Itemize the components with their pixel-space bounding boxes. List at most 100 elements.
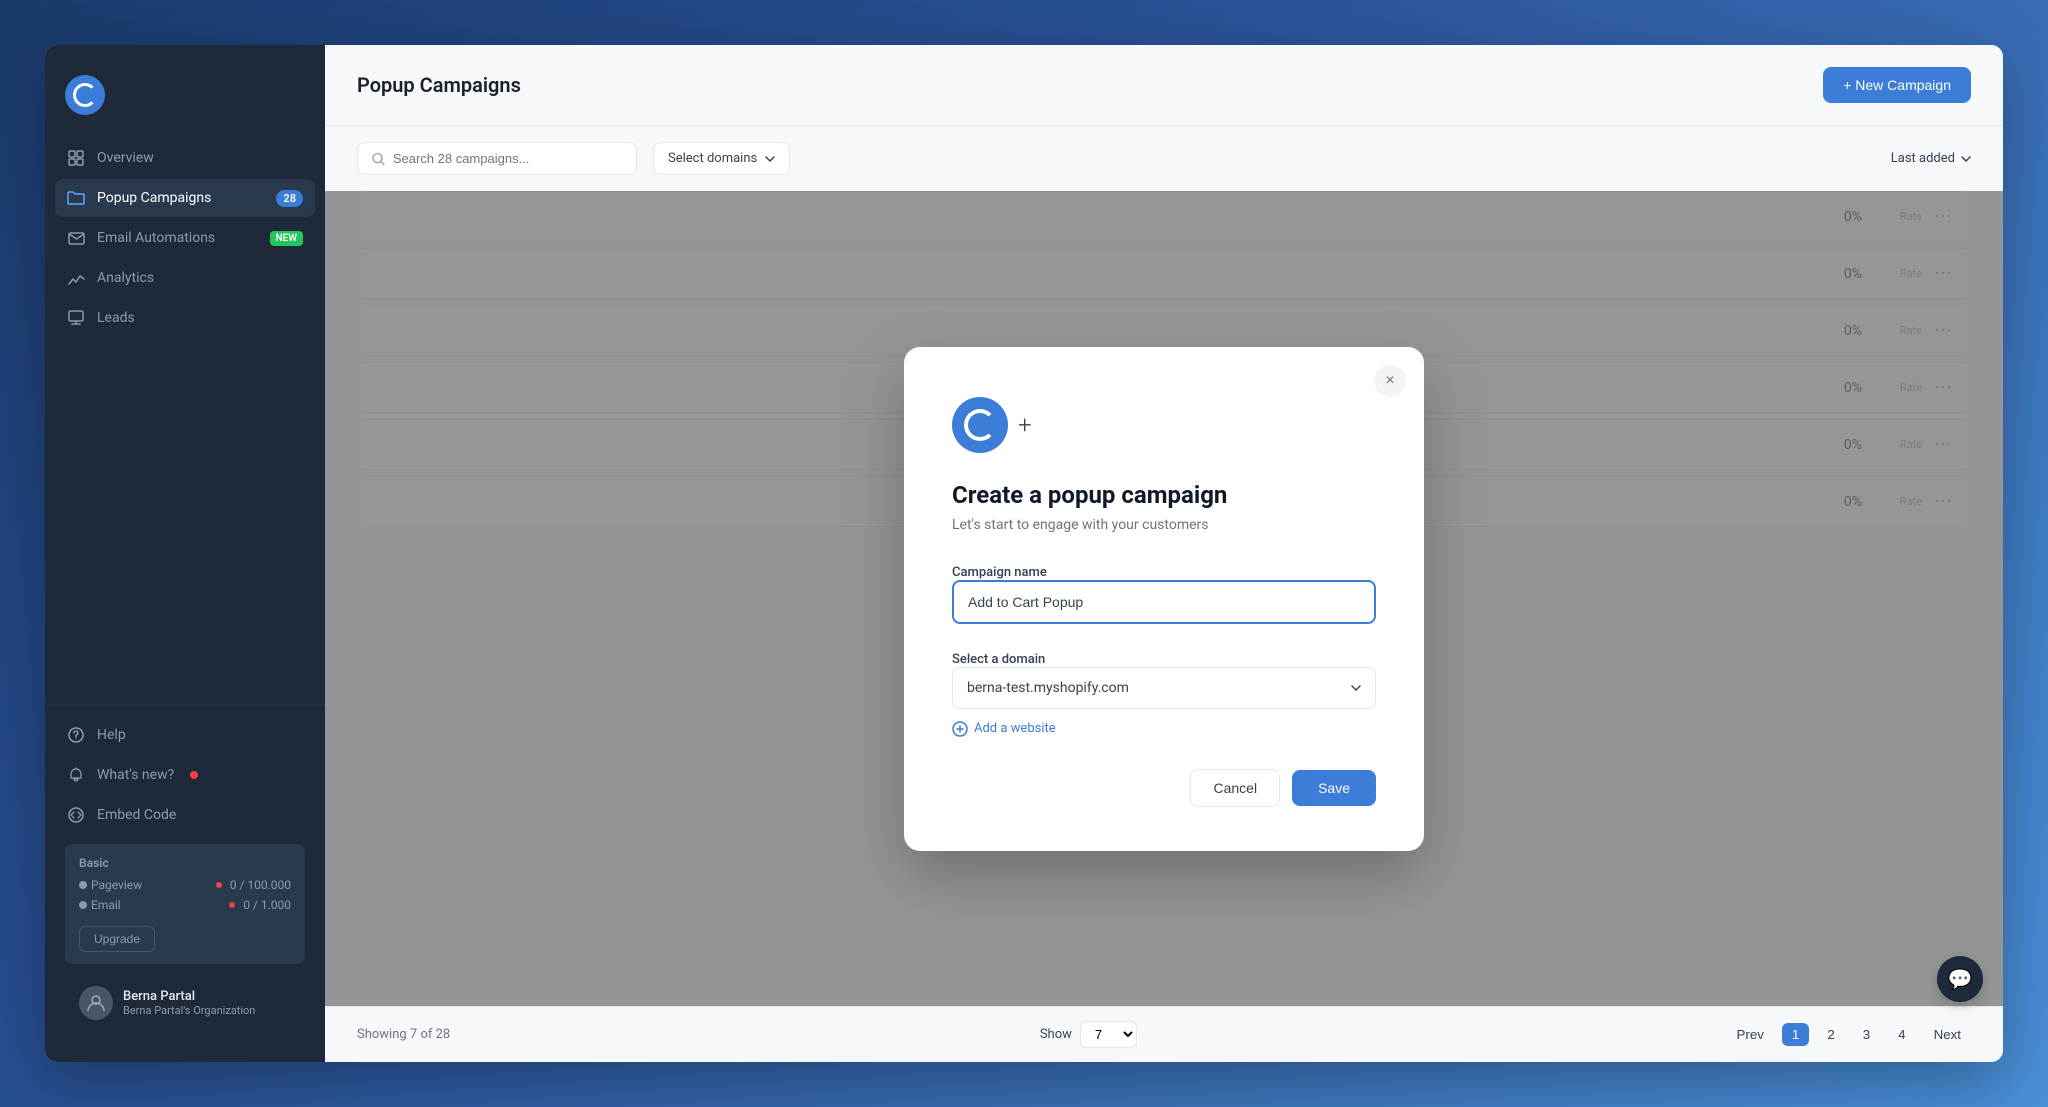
page-title: Popup Campaigns — [357, 73, 521, 97]
create-campaign-modal: × + Create a popup campaign Let's start … — [904, 347, 1424, 851]
domain-chevron-icon — [1351, 685, 1361, 691]
sidebar-item-label-embed: Embed Code — [97, 807, 176, 823]
email-count: 0 / 1.000 — [243, 898, 291, 912]
content-area: 0% Rate ⋯ 0% Rate ⋯ 0% Rate ⋯ 0% Rate ⋯ — [325, 191, 2003, 1006]
pageview-label: Pageview — [91, 878, 210, 892]
user-org: Berna Partal's Organization — [123, 1004, 291, 1017]
avatar — [79, 986, 113, 1020]
showing-text: Showing 7 of 28 — [357, 1027, 450, 1042]
app-logo-icon — [65, 75, 105, 115]
search-input[interactable] — [393, 151, 622, 166]
leads-icon — [67, 309, 85, 327]
add-website-link[interactable]: Add a website — [952, 721, 1376, 737]
page-2-button[interactable]: 2 — [1817, 1023, 1844, 1046]
modal-app-logo — [952, 397, 1008, 453]
app-container: Overview Popup Campaigns 28 — [45, 45, 2003, 1062]
sidebar-item-leads[interactable]: Leads — [55, 299, 315, 337]
sidebar-item-overview[interactable]: Overview — [55, 139, 315, 177]
sidebar-item-label-whats-new: What's new? — [97, 767, 174, 783]
sidebar-item-label-analytics: Analytics — [97, 270, 154, 286]
chevron-down-icon — [765, 156, 775, 162]
email-required-dot — [229, 902, 235, 908]
plan-row-pageview: Pageview 0 / 100.000 — [79, 878, 291, 892]
show-label: Show — [1040, 1027, 1072, 1042]
sidebar-item-email-automations[interactable]: Email Automations NEW — [55, 219, 315, 257]
help-icon — [67, 726, 85, 744]
chart-icon — [67, 269, 85, 287]
sort-label: Last added — [1891, 151, 1955, 166]
page-1-button[interactable]: 1 — [1782, 1023, 1809, 1046]
grid-icon — [67, 149, 85, 167]
email-new-badge: NEW — [270, 231, 304, 246]
sidebar-item-label-overview: Overview — [97, 150, 154, 166]
prev-button[interactable]: Prev — [1726, 1023, 1773, 1046]
sidebar-logo — [45, 65, 325, 139]
sidebar: Overview Popup Campaigns 28 — [45, 45, 325, 1062]
sort-chevron-icon — [1961, 156, 1971, 162]
modal-actions: Cancel Save — [952, 769, 1376, 807]
add-website-label: Add a website — [974, 721, 1056, 736]
sidebar-item-label-email: Email Automations — [97, 230, 215, 246]
sidebar-item-label-leads: Leads — [97, 310, 135, 326]
sidebar-bottom: Help What's new? Embed Cod — [45, 705, 325, 1042]
close-icon: × — [1385, 372, 1394, 390]
popup-campaigns-badge: 28 — [276, 190, 303, 207]
domain-value: berna-test.myshopify.com — [967, 680, 1129, 696]
user-info: Berna Partal Berna Partal's Organization — [123, 989, 291, 1017]
campaign-name-input[interactable] — [952, 580, 1376, 624]
chat-widget[interactable]: 💬 — [1937, 956, 1983, 1002]
email-icon — [67, 229, 85, 247]
footer: Showing 7 of 28 Show 7 14 28 Prev 1 2 3 … — [325, 1006, 2003, 1062]
user-name: Berna Partal — [123, 989, 291, 1004]
sidebar-item-label-help: Help — [97, 727, 126, 743]
user-section: Berna Partal Berna Partal's Organization — [65, 974, 305, 1032]
next-button[interactable]: Next — [1924, 1023, 1971, 1046]
email-toggle — [79, 901, 87, 909]
sidebar-item-embed-code[interactable]: Embed Code — [55, 796, 315, 834]
header: Popup Campaigns + New Campaign — [325, 45, 2003, 126]
domain-select-dropdown[interactable]: Select domains — [653, 142, 790, 175]
show-control: Show 7 14 28 — [1040, 1021, 1137, 1048]
email-label: Email — [91, 898, 223, 912]
sidebar-item-popup-campaigns[interactable]: Popup Campaigns 28 — [55, 179, 315, 217]
modal-title: Create a popup campaign — [952, 481, 1376, 509]
chat-icon: 💬 — [1948, 967, 1973, 991]
main-content: Popup Campaigns + New Campaign Select do… — [325, 45, 2003, 1062]
sort-control[interactable]: Last added — [1891, 151, 1971, 166]
new-campaign-button[interactable]: + New Campaign — [1823, 67, 1971, 103]
toolbar: Select domains Last added — [325, 126, 2003, 191]
pageview-count: 0 / 100.000 — [230, 878, 291, 892]
folder-icon — [67, 189, 85, 207]
campaign-name-label: Campaign name — [952, 565, 1047, 580]
page-3-button[interactable]: 3 — [1853, 1023, 1880, 1046]
code-icon — [67, 806, 85, 824]
show-select[interactable]: 7 14 28 — [1080, 1021, 1137, 1048]
pageview-toggle — [79, 881, 87, 889]
domain-select-label: Select a domain — [952, 652, 1045, 667]
plan-row-email: Email 0 / 1.000 — [79, 898, 291, 912]
whats-new-dot — [190, 771, 198, 779]
domain-dropdown[interactable]: berna-test.myshopify.com — [952, 667, 1376, 709]
sidebar-item-label-popup: Popup Campaigns — [97, 190, 211, 206]
plan-title: Basic — [79, 856, 291, 870]
modal-overlay: × + Create a popup campaign Let's start … — [325, 191, 2003, 1006]
page-4-button[interactable]: 4 — [1888, 1023, 1915, 1046]
modal-close-button[interactable]: × — [1374, 365, 1406, 397]
plan-section: Basic Pageview 0 / 100.000 Email — [65, 844, 305, 964]
upgrade-button[interactable]: Upgrade — [79, 926, 155, 952]
pagination: Prev 1 2 3 4 Next — [1726, 1023, 1971, 1046]
cancel-button[interactable]: Cancel — [1190, 769, 1280, 807]
plus-icon: + — [1018, 411, 1032, 439]
sidebar-item-whats-new[interactable]: What's new? — [55, 756, 315, 794]
modal-header-icons: + — [952, 397, 1376, 453]
pageview-required-dot — [216, 882, 222, 888]
sidebar-item-help[interactable]: Help — [55, 716, 315, 754]
add-circle-icon — [952, 721, 968, 737]
modal-subtitle: Let's start to engage with your customer… — [952, 517, 1376, 533]
search-icon — [372, 152, 385, 166]
sidebar-item-analytics[interactable]: Analytics — [55, 259, 315, 297]
bell-icon — [67, 766, 85, 784]
search-box[interactable] — [357, 142, 637, 175]
save-button[interactable]: Save — [1292, 770, 1376, 806]
sidebar-nav: Overview Popup Campaigns 28 — [45, 139, 325, 695]
